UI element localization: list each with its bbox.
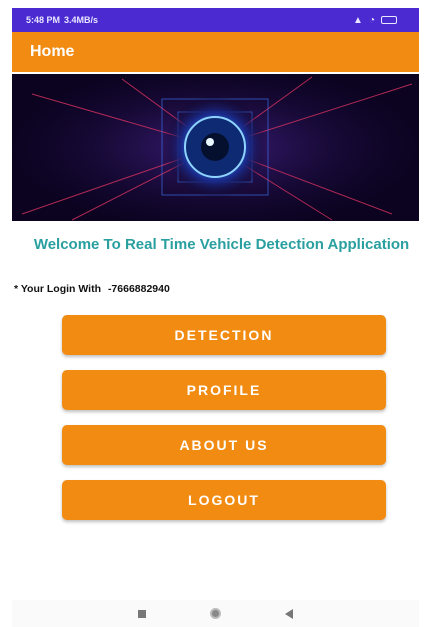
- back-triangle-icon[interactable]: [285, 608, 293, 619]
- banner-image: [12, 74, 419, 221]
- status-speed: 3.4MB/s: [64, 15, 99, 25]
- detection-button[interactable]: DETECTION: [62, 315, 386, 355]
- battery-icon: [381, 16, 397, 24]
- login-prefix: * Your Login With: [14, 283, 102, 295]
- system-nav-bar: [12, 600, 419, 627]
- status-bar: 5:48 PM 3.4MB/s ▲ ◔: [12, 8, 419, 32]
- circle-icon[interactable]: [210, 608, 221, 619]
- about-us-button[interactable]: ABOUT US: [62, 425, 386, 465]
- status-right: ▲ ◔: [353, 15, 397, 26]
- welcome-heading: Welcome To Real Time Vehicle Detection A…: [33, 236, 410, 253]
- square-icon[interactable]: [138, 609, 146, 618]
- app-bar-title: Home: [30, 43, 75, 60]
- login-info: * Your Login With -7666882940: [14, 283, 174, 295]
- status-left: 5:48 PM 3.4MB/s: [26, 15, 98, 25]
- status-time: 5:48 PM: [26, 15, 61, 25]
- profile-button[interactable]: PROFILE: [62, 370, 386, 410]
- login-number: -7666882940: [107, 283, 170, 295]
- eye-lens-icon: [12, 74, 419, 221]
- signal-icon: ▲: [353, 14, 363, 26]
- wifi-icon: ◔: [368, 14, 375, 26]
- app-bar: Home: [12, 32, 419, 72]
- logout-button[interactable]: LOGOUT: [62, 480, 386, 520]
